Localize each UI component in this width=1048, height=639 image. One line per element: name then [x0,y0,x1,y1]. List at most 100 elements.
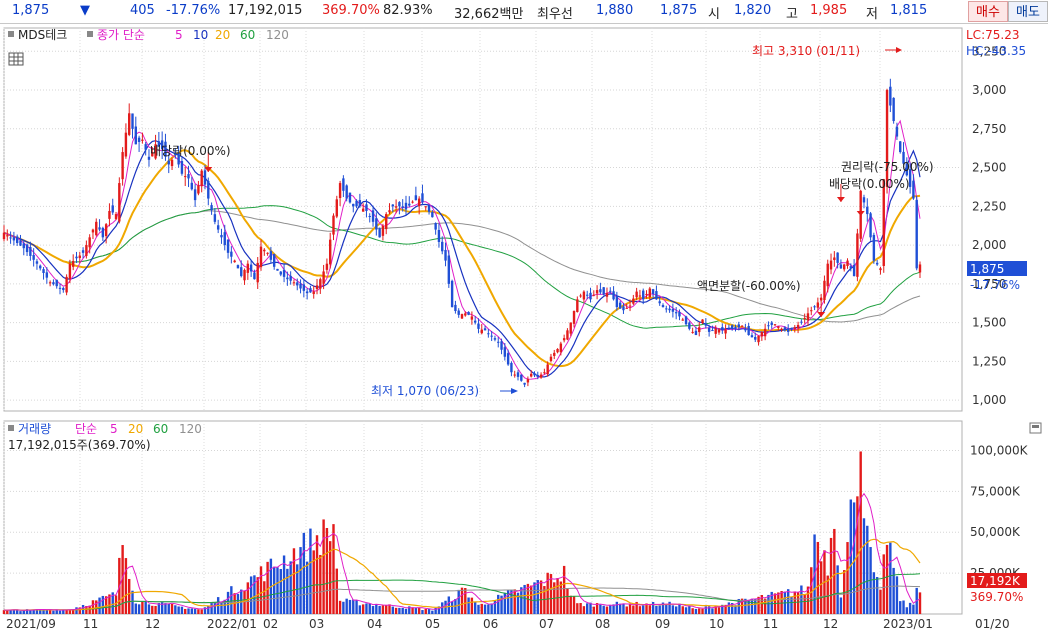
volume-bar [556,578,559,614]
candle-body [681,319,684,321]
volume-bar [803,594,806,614]
candle-body [329,239,332,265]
volume-bar [91,600,95,614]
candle-body [763,328,767,337]
candle-body [200,170,203,187]
buy-button[interactable]: 매수 [968,1,1008,22]
candle-body [892,97,895,122]
candle-body [655,291,658,300]
volume-pct-tag: 369.70% [970,590,1023,604]
candle-body [826,263,829,287]
volume-maximize-icon[interactable] [1029,422,1042,434]
open-label: 시 [708,7,720,22]
volume-bar [131,590,134,614]
volume-bar [184,608,187,614]
candle-body [559,343,563,353]
candle-body [579,295,582,297]
candle-body [556,348,559,353]
candle-body [483,328,487,331]
candle-body [210,205,213,211]
candle-body [52,282,55,285]
down-arrow-icon: ▼ [80,3,90,18]
candle-body [394,206,398,208]
candle-body [622,306,625,311]
candle-body [454,304,457,311]
volume-bar [622,603,625,614]
candle-body [401,206,404,208]
stock-chart[interactable]: 1,0001,2501,5001,7502,0002,2502,5002,750… [0,24,1048,639]
volume-bar [912,604,915,614]
volume-bar [651,601,655,614]
volume-bar [292,548,296,614]
candle-body [642,290,645,300]
candle-body [292,282,296,284]
candle-body [602,287,605,295]
volume-ma5-label: 5 [110,422,118,436]
stock-name[interactable]: MDS테크 [18,28,67,42]
volume-bar [671,605,675,614]
candle-body [628,305,632,307]
candle-body [566,330,569,340]
change-percent: -17.76% [166,3,221,18]
candle-body [856,233,859,277]
candle-body [546,364,549,375]
sell-button[interactable]: 매도 [1008,1,1048,22]
candle-body [276,268,279,271]
candle-body [431,212,434,218]
volume-bar [562,565,566,614]
volume-panel[interactable]: 25,000K50,000K75,000K100,000K 거래량 단순 5 2… [2,420,1042,615]
price-panel[interactable]: 1,0001,2501,5001,7502,0002,2502,5002,750… [2,27,1027,412]
candle-body [625,307,628,309]
volume-bar [885,544,889,614]
candle-body [562,338,566,341]
candle-body [665,308,668,310]
candle-body [698,327,701,333]
high-price: 1,985 [810,3,848,18]
volume-ma60-label: 60 [153,422,168,436]
candle-body [207,180,210,199]
candle-body [381,225,385,236]
volume-bar [711,608,714,614]
volume-bar [246,582,250,614]
date-axis: 2021/09 11 12 2022/01 02 03 04 05 06 07 08 09 10 11 12… [6,617,1010,631]
candle-body [889,86,892,106]
volume-bar [889,542,892,614]
volume-bar [899,601,902,614]
candle-body [843,264,846,270]
candle-body [184,176,187,178]
date-tick-label: 09 [655,617,670,631]
candle-body [338,183,342,199]
date-tick-label: 11 [83,617,98,631]
candle-body [213,214,217,222]
volume-bar [457,589,460,614]
date-tick-label: 01/20 [975,617,1010,631]
table-toggle-icon[interactable] [8,52,24,66]
candle-body [516,372,520,377]
price-tag-value: 1,875 [970,262,1004,276]
candle-body [289,275,292,281]
high-label: 고 [786,7,798,22]
candle-body [124,132,128,157]
candle-body [618,302,622,309]
volume-bar [625,606,628,614]
volume-bar [582,606,586,614]
candle-body [411,201,414,203]
candle-body [783,327,787,331]
volume-bar [391,606,395,614]
volume-bar [579,603,582,614]
candle-body [15,236,19,244]
volume-bar [833,528,836,614]
candle-body [95,221,98,236]
candle-body [65,276,68,293]
ma60-label: 60 [240,28,255,42]
candle-body [790,328,793,330]
volume-bar [483,604,487,614]
candle-body [358,200,362,207]
date-tick-label: 2023/01 [883,617,933,631]
candle-body [457,310,460,315]
candle-body [42,269,45,273]
candle-body [526,379,530,383]
candle-body [513,374,516,376]
volume-bar [197,609,200,614]
volume-legend-square-icon [8,425,14,431]
